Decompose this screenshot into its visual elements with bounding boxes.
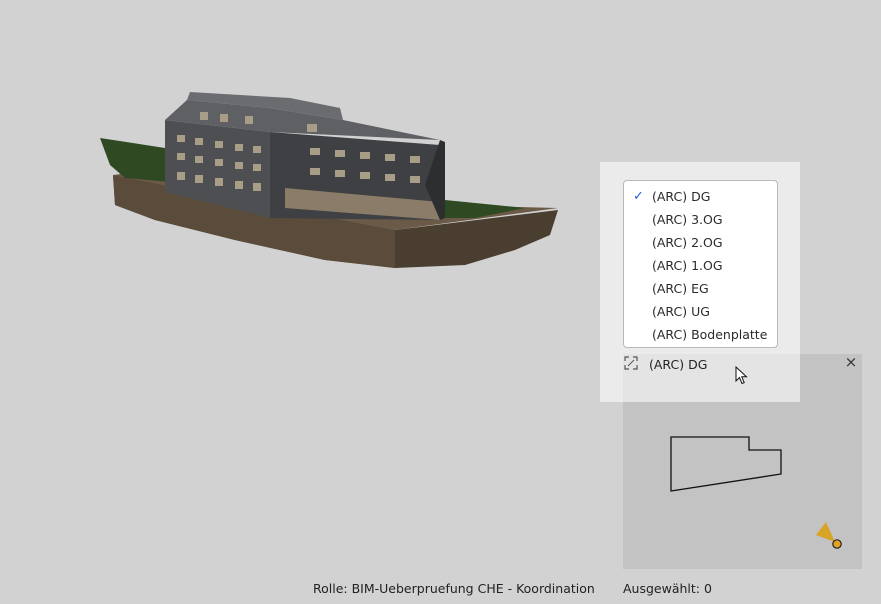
dropdown-item-bodenplatte[interactable]: (ARC) Bodenplatte <box>624 323 777 346</box>
dropdown-item-label: (ARC) EG <box>652 281 709 296</box>
status-bar: Rolle: BIM-Ueberpruefung CHE - Koordinat… <box>0 578 881 600</box>
dropdown-item-2og[interactable]: (ARC) 2.OG <box>624 231 777 254</box>
close-icon[interactable]: × <box>843 354 859 370</box>
camera-viewpoint-icon[interactable] <box>816 522 842 549</box>
expand-icon[interactable] <box>624 356 638 370</box>
dropdown-item-dg[interactable]: ✓ (ARC) DG <box>624 185 777 208</box>
dropdown-item-1og[interactable]: (ARC) 1.OG <box>624 254 777 277</box>
level-selector[interactable]: (ARC) DG <box>623 353 799 379</box>
level-dropdown-list[interactable]: ✓ (ARC) DG (ARC) 3.OG (ARC) 2.OG (ARC) 1… <box>623 180 778 348</box>
mouse-cursor-icon <box>735 366 748 385</box>
check-icon: ✓ <box>633 189 644 204</box>
dropdown-item-ug[interactable]: (ARC) UG <box>624 300 777 323</box>
role-status: Rolle: BIM-Ueberpruefung CHE - Koordinat… <box>313 581 595 596</box>
dropdown-item-label: (ARC) 1.OG <box>652 258 723 273</box>
current-level-label[interactable]: (ARC) DG <box>649 357 707 372</box>
building-3d-model[interactable] <box>95 90 565 275</box>
dropdown-item-3og[interactable]: (ARC) 3.OG <box>624 208 777 231</box>
dropdown-item-label: (ARC) UG <box>652 304 710 319</box>
dropdown-item-label: (ARC) DG <box>652 189 711 204</box>
dropdown-item-label: (ARC) 3.OG <box>652 212 723 227</box>
dropdown-item-label: (ARC) Bodenplatte <box>652 327 768 342</box>
dropdown-item-label: (ARC) 2.OG <box>652 235 723 250</box>
dropdown-item-eg[interactable]: (ARC) EG <box>624 277 777 300</box>
selection-count: Ausgewählt: 0 <box>623 581 712 596</box>
